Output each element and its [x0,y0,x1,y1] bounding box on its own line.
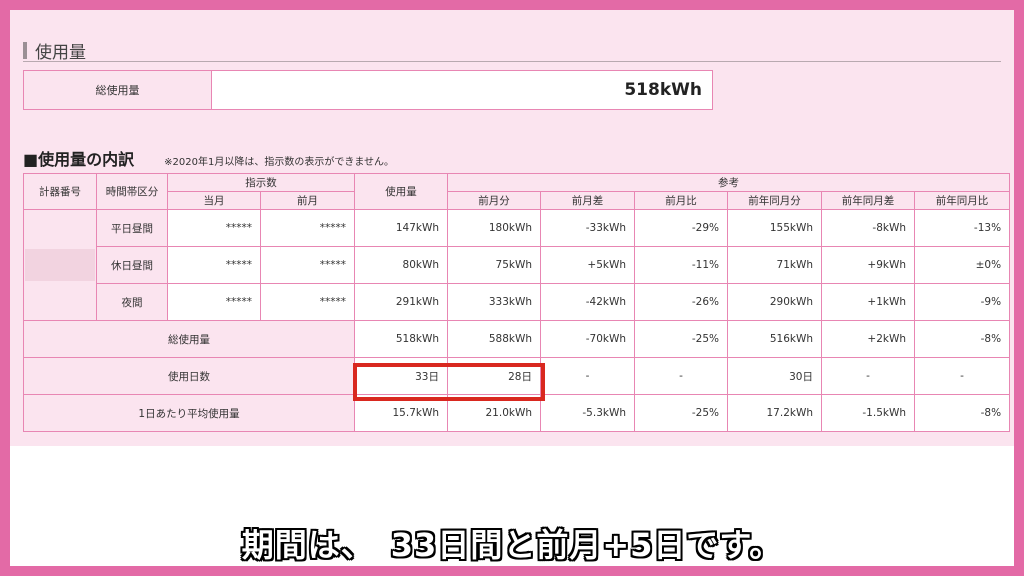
total-row-label: 総使用量 [23,320,355,358]
header-reference: 参考 [446,173,1011,192]
prev-year-usage-cell: 17.2kWh [727,394,822,432]
total-usage-value: 518kWh [212,71,712,109]
prev-month-ratio-cell: -25% [634,394,728,432]
prev-month-diff-cell: - [540,357,635,395]
header-prev-year-diff: 前年同月差 [821,191,915,210]
section-title-text: 使用量 [35,43,86,63]
prev-year-usage-cell: 30日 [727,357,822,395]
breakdown-note: ※2020年1月以降は、指示数の表示ができません。 [164,157,395,168]
prev-year-diff-cell: -1.5kWh [821,394,915,432]
prev-year-ratio-cell: -9% [913,283,1011,321]
usage-panel: 使用量 総使用量 518kWh ■使用量の内訳 ※2020年1月以降は、指示数の… [10,10,1014,446]
indication-current: ***** [167,209,261,247]
section-title: 使用量 [23,40,1001,63]
header-prev-month-ratio: 前月比 [634,191,728,210]
header-prev-month-diff: 前月差 [540,191,635,210]
prev-month-usage-cell: 180kWh [447,209,541,247]
usage-cell: 80kWh [354,246,448,284]
prev-year-diff-cell: +9kWh [821,246,915,284]
prev-year-ratio-cell: -8% [913,320,1011,358]
video-caption: 期間は、 33日間と前月+5日です。 [241,526,783,564]
prev-year-usage-cell: 290kWh [727,283,822,321]
usage-cell: 147kWh [354,209,448,247]
header-time-zone: 時間帯区分 [96,173,168,210]
prev-year-usage-cell: 516kWh [727,320,822,358]
usage-cell: 291kWh [354,283,448,321]
table-row: 休日昼間 ***** ***** 80kWh 75kWh +5kWh -11% … [24,246,1011,284]
meter-no-cell [23,209,97,321]
prev-month-diff-cell: -33kWh [540,209,635,247]
prev-month-diff-cell: -42kWh [540,283,635,321]
prev-month-usage-cell: 588kWh [447,320,541,358]
prev-month-usage-cell: 333kWh [447,283,541,321]
header-indication: 指示数 [167,173,355,192]
section-title-bar [23,42,27,59]
prev-year-usage-cell: 71kWh [727,246,822,284]
prev-year-ratio-cell: - [913,357,1011,395]
breakdown-heading: ■使用量の内訳 ※2020年1月以降は、指示数の表示ができません。 [23,150,394,170]
zone-cell: 休日昼間 [96,246,168,284]
usage-cell: 518kWh [354,320,448,358]
total-row: 総使用量 518kWh 588kWh -70kWh -25% 516kWh +2… [23,320,1011,358]
indication-prev: ***** [260,209,355,247]
header-prev-year-usage: 前年同月分 [727,191,822,210]
header-prev-month-usage: 前月分 [447,191,541,210]
prev-month-ratio-cell: -26% [634,283,728,321]
indication-current: ***** [167,246,261,284]
header-prev-month: 前月 [260,191,355,210]
header-prev-year-ratio: 前年同月比 [913,191,1011,210]
header-usage: 使用量 [354,173,448,210]
header-meter-no: 計器番号 [23,173,97,210]
prev-year-diff-cell: -8kWh [821,209,915,247]
table-row: 夜間 ***** ***** 291kWh 333kWh -42kWh -26%… [24,283,1011,321]
days-highlight-box [353,363,545,401]
days-row-label: 使用日数 [23,357,355,395]
video-frame: 使用量 総使用量 518kWh ■使用量の内訳 ※2020年1月以降は、指示数の… [10,10,1014,566]
prev-year-diff-cell: - [821,357,915,395]
total-usage-box: 総使用量 518kWh [23,70,713,110]
prev-month-ratio-cell: -29% [634,209,728,247]
average-row-label: 1日あたり平均使用量 [23,394,355,432]
prev-year-ratio-cell: ±0% [913,246,1011,284]
prev-month-diff-cell: -70kWh [540,320,635,358]
total-usage-label: 総使用量 [24,71,212,109]
table-row: 平日昼間 ***** ***** 147kWh 180kWh -33kWh -2… [23,209,1011,321]
indication-current: ***** [167,283,261,321]
zone-cell: 平日昼間 [96,209,168,247]
prev-month-ratio-cell: -25% [634,320,728,358]
prev-month-diff-cell: -5.3kWh [540,394,635,432]
prev-year-diff-cell: +2kWh [821,320,915,358]
breakdown-title: ■使用量の内訳 [23,150,135,169]
zone-cell: 夜間 [96,283,168,321]
prev-year-diff-cell: +1kWh [821,283,915,321]
indication-prev: ***** [260,283,355,321]
prev-year-ratio-cell: -8% [913,394,1011,432]
prev-month-usage-cell: 75kWh [447,246,541,284]
prev-year-usage-cell: 155kWh [727,209,822,247]
prev-month-ratio-cell: -11% [634,246,728,284]
prev-year-ratio-cell: -13% [913,209,1011,247]
prev-month-diff-cell: +5kWh [540,246,635,284]
prev-month-ratio-cell: - [634,357,728,395]
header-current-month: 当月 [167,191,261,210]
indication-prev: ***** [260,246,355,284]
meter-no-redacted [25,249,95,281]
